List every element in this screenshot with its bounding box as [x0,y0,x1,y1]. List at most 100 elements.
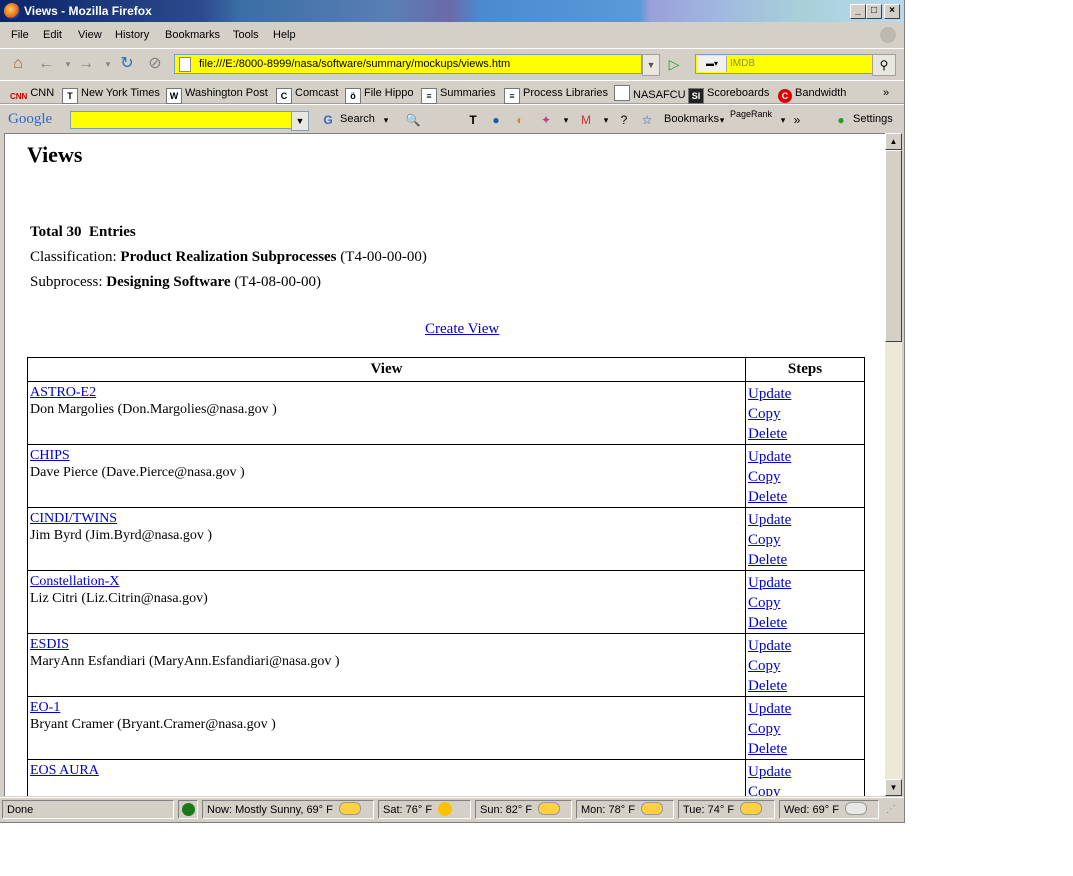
vertical-scrollbar[interactable]: ▲ ▼ [885,133,902,796]
search-input[interactable]: ▬▾ IMDB [695,54,873,74]
delete-link[interactable]: Delete [748,487,862,507]
google-bookmarks-button[interactable]: Bookmarks [664,113,719,125]
copy-link[interactable]: Copy [748,467,862,487]
bookmarks-overflow-icon[interactable]: » [883,85,889,101]
delete-link[interactable]: Delete [748,550,862,570]
star-icon[interactable]: ☆ [639,112,655,128]
partly-sunny-icon [338,802,361,815]
puzzle-dropdown-icon[interactable]: ▾ [558,112,574,128]
copy-link[interactable]: Copy [748,782,862,796]
menu-history[interactable]: History [115,29,149,41]
view-name-link[interactable]: EOS AURA [30,762,743,779]
menu-help[interactable]: Help [273,29,296,41]
menu-edit[interactable]: Edit [43,29,62,41]
bookmark-scoreboards[interactable]: SI Scoreboards [688,85,769,104]
forward-button[interactable]: → [76,54,96,74]
wapo-icon: W [166,88,182,104]
maximize-button[interactable]: □ [866,4,882,19]
copy-link[interactable]: Copy [748,719,862,739]
resize-grip-icon[interactable]: ⋰ [886,804,896,815]
back-dropdown-icon[interactable]: ▾ [58,54,78,74]
menu-tools[interactable]: Tools [233,29,259,41]
delete-link[interactable]: Delete [748,739,862,759]
google-search-input[interactable] [70,111,292,129]
bookmark-wapo[interactable]: W Washington Post [166,85,268,104]
gmail-dropdown-icon[interactable]: ▾ [598,112,614,128]
nyt-icon: T [62,88,78,104]
create-view-link[interactable]: Create View [425,321,499,338]
weather-sat[interactable]: Sat: 76° F [378,800,471,819]
scroll-up-icon[interactable]: ▲ [885,133,902,150]
view-name-link[interactable]: Constellation-X [30,573,743,590]
stop-icon[interactable]: ⊘ [145,54,165,74]
copy-link[interactable]: Copy [748,530,862,550]
close-button[interactable]: × [884,4,900,19]
copy-link[interactable]: Copy [748,404,862,424]
partly-sunny-icon [538,802,561,815]
copy-link[interactable]: Copy [748,656,862,676]
delete-link[interactable]: Delete [748,424,862,444]
bookmark-filehippo[interactable]: ö File Hippo [345,85,414,104]
steps-cell: UpdateCopyDelete [745,381,865,445]
update-link[interactable]: Update [748,762,862,782]
bookmark-bandwidth[interactable]: C Bandwidth [778,85,846,103]
bookmark-nasafcu[interactable]: NASAFCU [614,85,686,101]
weather-now[interactable]: Now: Mostly Sunny, 69° F [202,800,374,819]
bookmark-comcast[interactable]: C Comcast [276,85,338,104]
scroll-down-icon[interactable]: ▼ [885,779,902,796]
weather-sun[interactable]: Sun: 82° F [475,800,572,819]
google-logo[interactable]: Google [8,111,52,128]
page-icon: ≡ [421,88,437,104]
update-link[interactable]: Update [748,510,862,530]
update-link[interactable]: Update [748,636,862,656]
view-name-link[interactable]: CHIPS [30,447,743,464]
search-engine-icon[interactable]: ▬▾ [698,56,727,72]
delete-link[interactable]: Delete [748,676,862,696]
magnifier-icon[interactable]: 🔍 [405,112,421,128]
nyt-icon[interactable]: T [465,112,481,128]
google-search-button[interactable]: Search [340,113,375,125]
bookmark-process-libraries[interactable]: ≡ Process Libraries [504,85,608,104]
view-cell: ESDIS MaryAnn Esfandiari (MaryAnn.Esfandi… [27,633,746,697]
weather-tue[interactable]: Tue: 74° F [678,800,775,819]
bookmark-nyt[interactable]: T New York Times [62,85,160,104]
url-dropdown-icon[interactable]: ▼ [642,54,660,76]
home-icon[interactable]: ⌂ [8,54,28,74]
weather-mon[interactable]: Mon: 78° F [576,800,674,819]
go-icon[interactable]: ▷ [664,54,684,74]
bookmark-cnn[interactable]: CNN CNN [10,85,54,101]
spiral-icon[interactable]: ◐ [512,112,528,128]
scroll-thumb[interactable] [885,150,902,342]
url-bar[interactable]: file:///E:/8000-8999/nasa/software/summa… [174,54,642,74]
reload-icon[interactable]: ↻ [117,54,137,74]
gmail-icon[interactable]: M [578,112,594,128]
menu-bookmarks[interactable]: Bookmarks [165,29,220,41]
query-icon[interactable]: ? [616,112,632,128]
delete-link[interactable]: Delete [748,613,862,633]
search-icon[interactable]: ⚲ [872,54,896,76]
bookmarks-dropdown-icon[interactable]: ▾ [714,112,730,128]
google-settings-button[interactable]: Settings [853,113,893,125]
bookmark-summaries[interactable]: ≡ Summaries [421,85,496,104]
menu-view[interactable]: View [78,29,102,41]
minimize-button[interactable]: _ [850,4,866,19]
back-button[interactable]: ← [36,54,56,74]
copy-link[interactable]: Copy [748,593,862,613]
view-name-link[interactable]: CINDI/TWINS [30,510,743,527]
view-name-link[interactable]: ASTRO-E2 [30,384,743,401]
bandwidth-icon: C [778,89,792,103]
weather-wed[interactable]: Wed: 69° F [779,800,879,819]
view-name-link[interactable]: EO-1 [30,699,743,716]
update-link[interactable]: Update [748,384,862,404]
search-dropdown-icon[interactable]: ▾ [378,112,394,128]
update-link[interactable]: Update [748,699,862,719]
google-overflow-icon[interactable]: » [789,112,805,128]
update-link[interactable]: Update [748,573,862,593]
puzzle-icon[interactable]: ✦ [538,112,554,128]
globe-icon[interactable]: ● [488,112,504,128]
menu-file[interactable]: File [11,29,29,41]
forward-dropdown-icon[interactable]: ▾ [98,54,118,74]
view-name-link[interactable]: ESDIS [30,636,743,653]
google-dropdown-icon[interactable]: ▼ [291,111,309,131]
update-link[interactable]: Update [748,447,862,467]
